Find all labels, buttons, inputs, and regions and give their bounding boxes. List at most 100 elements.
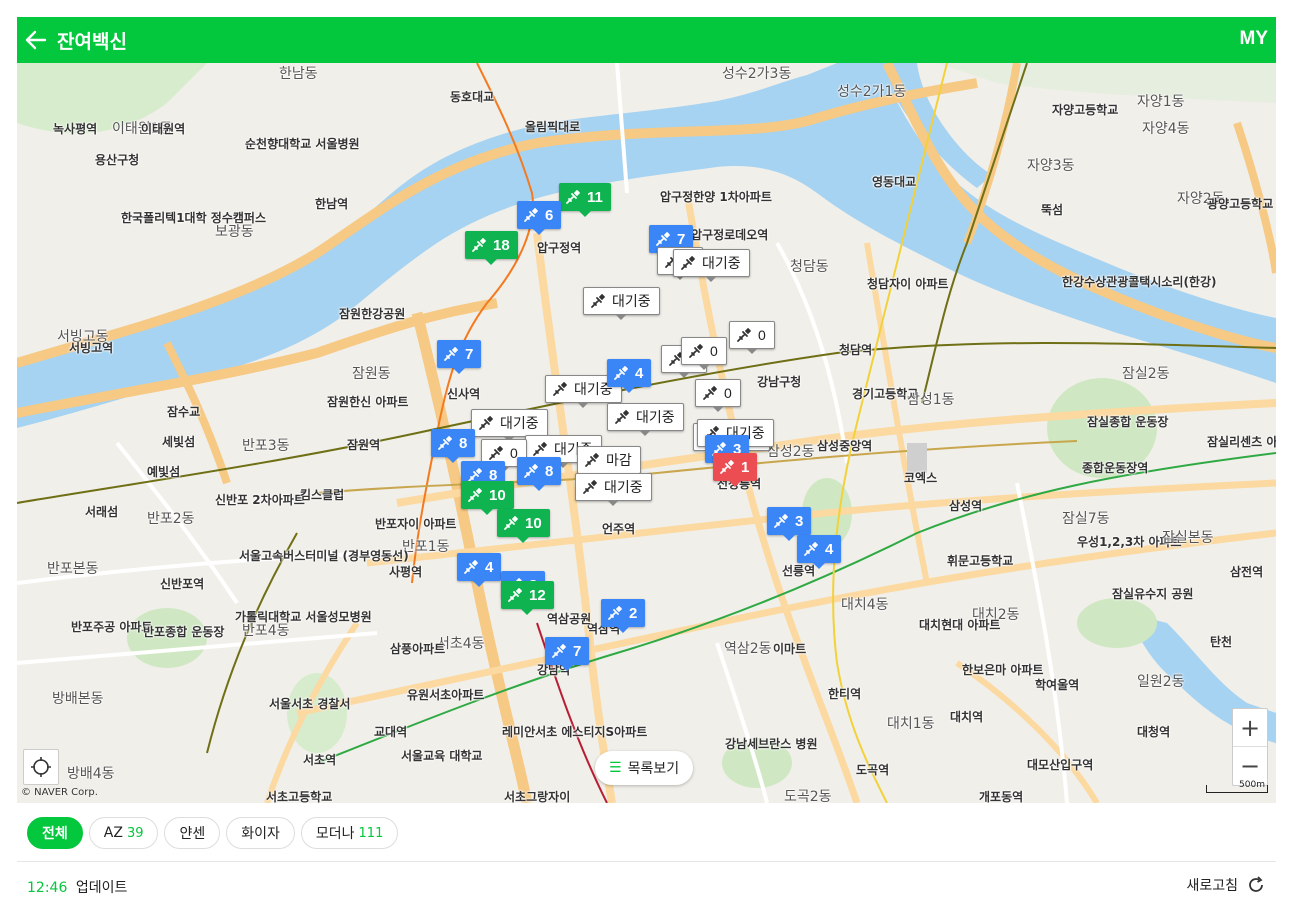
marker-count: 대기중 (604, 479, 643, 495)
map-label: 잠원한신 아파트 (327, 395, 409, 409)
my-location-button[interactable] (23, 749, 59, 785)
map-label: 일원2동 (1137, 674, 1185, 690)
map-label: 압구정로데오역 (691, 228, 769, 242)
map-label: 교대역 (374, 725, 408, 739)
vaccine-marker-white[interactable]: 대기중 (607, 403, 684, 436)
filter-chip-all[interactable]: 전체 (27, 817, 83, 849)
map-label: 압구정역 (537, 241, 582, 255)
map-label: 녹사평역 (53, 122, 98, 136)
vaccine-marker-green[interactable]: 10 (497, 509, 550, 543)
marker-count: 12 (529, 586, 546, 604)
map-label: 강남세브란스 병원 (725, 737, 818, 751)
map-label: 청담자이 아파트 (867, 277, 949, 291)
marker-count: 11 (587, 188, 603, 206)
filter-chip-moderna[interactable]: 모더나 111 (300, 817, 399, 849)
vaccine-marker-blue[interactable]: 7 (437, 340, 482, 374)
map-label: 순천향대학교 서울병원 (245, 137, 360, 151)
vaccine-marker-blue[interactable]: 7 (545, 637, 590, 671)
map-label: 세빛섬 (162, 435, 196, 449)
my-button[interactable]: MY (1240, 28, 1269, 50)
marker-count: 8 (545, 462, 554, 480)
map-label: 반포4동 (242, 623, 290, 639)
map-label: 방배4동 (67, 766, 115, 782)
vaccine-marker-red[interactable]: 1 (713, 453, 758, 487)
map-label: 자양고등학교 (1052, 103, 1119, 117)
marker-count: 6 (545, 206, 554, 224)
syringe-icon (524, 464, 538, 478)
vaccine-marker-blue[interactable]: 4 (797, 535, 842, 569)
marker-count: 4 (485, 558, 494, 576)
vaccine-marker-blue[interactable]: 4 (607, 359, 652, 393)
filter-chip-janssen[interactable]: 얀센 (164, 817, 221, 849)
map-label: 서울서초 경찰서 (269, 697, 351, 711)
syringe-icon (774, 514, 788, 528)
map-label: 반포3동 (242, 438, 290, 454)
syringe-icon (533, 442, 547, 456)
vaccine-marker-white[interactable]: 마감 (577, 446, 641, 479)
vaccine-marker-white[interactable]: 대기중 (583, 287, 660, 320)
arrow-left-icon[interactable] (21, 25, 51, 55)
map-label: 언주역 (602, 522, 636, 536)
marker-count: 7 (465, 345, 474, 363)
syringe-icon (444, 347, 458, 361)
filter-chip-label: 화이자 (241, 826, 280, 842)
map-label: 성수2가3동 (722, 66, 792, 82)
map-label: 반포1동 (402, 539, 450, 555)
map-label: 대치현대 아파트 (919, 618, 1001, 632)
map-label: 잠실2동 (1122, 366, 1170, 382)
vaccine-marker-blue[interactable]: 4 (457, 553, 502, 587)
marker-count: 3 (795, 512, 804, 530)
update-label: 업데이트 (75, 880, 128, 896)
app: 잔여백신 MY 한남동 이태원1동 녹사평역 이태원역 순천향대학교 서울병원 … (17, 17, 1276, 923)
vaccine-marker-white[interactable]: 0 (695, 379, 741, 412)
map-label: 삼전역 (1230, 565, 1264, 579)
vaccine-map[interactable]: 한남동 이태원1동 녹사평역 이태원역 순천향대학교 서울병원 용산구청 한남역 한국폴리텍1… (17, 63, 1276, 803)
vaccine-marker-blue[interactable]: 8 (431, 429, 476, 463)
vaccine-marker-blue[interactable]: 6 (517, 201, 562, 235)
map-label: 한티역 (828, 687, 862, 701)
vaccine-marker-green[interactable]: 12 (501, 581, 554, 615)
vaccine-marker-blue[interactable]: 3 (767, 507, 812, 541)
map-label: 신반포 2차아파트 (215, 493, 305, 507)
map-label: 예빛섬 (147, 465, 181, 479)
map-label: 동호대교 (450, 90, 495, 104)
vaccine-marker-green[interactable]: 18 (465, 231, 518, 265)
zoom-in-button[interactable]: + (1233, 709, 1267, 747)
filter-chip-label: AZ (103, 825, 123, 841)
syringe-icon (552, 644, 566, 658)
vaccine-marker-green[interactable]: 11 (559, 183, 611, 217)
vaccine-marker-white[interactable]: 대기중 (673, 249, 750, 282)
map-label: 서초역 (303, 753, 337, 767)
marker-count: 10 (525, 514, 542, 532)
filter-chip-az[interactable]: AZ 39 (88, 817, 159, 849)
map-label: 반포주공 아파트 (71, 620, 153, 634)
list-view-button[interactable]: ☰ 목록보기 (595, 751, 694, 785)
map-label: 반포2동 (147, 511, 195, 527)
vaccine-marker-white[interactable]: 0 (681, 337, 727, 370)
map-label: 방배본동 (52, 691, 104, 707)
map-label: 잠수교 (167, 405, 201, 419)
page-title: 잔여백신 (57, 31, 127, 53)
vaccine-marker-green[interactable]: 10 (461, 481, 514, 515)
syringe-icon (438, 436, 452, 450)
map-label: 서초고등학교 (266, 790, 333, 803)
map-label: 한보은마 아파트 (962, 663, 1044, 677)
filter-chip-pfizer[interactable]: 화이자 (226, 817, 295, 849)
syringe-icon (489, 446, 503, 460)
vaccine-marker-white[interactable]: 대기중 (471, 409, 548, 442)
syringe-icon (591, 294, 605, 308)
marker-count: 2 (629, 604, 638, 622)
vaccine-marker-blue[interactable]: 2 (601, 599, 646, 633)
refresh-button[interactable]: 새로고침 (1186, 875, 1266, 895)
map-label: 한강수상관광콜택시소리(한강) (1062, 275, 1217, 289)
map-label: 한남동 (279, 66, 318, 82)
vaccine-marker-white[interactable]: 대기중 (575, 473, 652, 506)
map-label: 올림픽대로 (525, 120, 581, 134)
vaccine-marker-blue[interactable]: 8 (517, 457, 562, 491)
map-label: 용산구청 (95, 153, 140, 167)
map-label: 자양1동 (1137, 94, 1185, 110)
map-label: 신사역 (447, 387, 481, 401)
syringe-icon (737, 328, 751, 342)
vaccine-marker-white[interactable]: 0 (729, 321, 775, 354)
filter-chip-label: 전체 (42, 826, 68, 842)
